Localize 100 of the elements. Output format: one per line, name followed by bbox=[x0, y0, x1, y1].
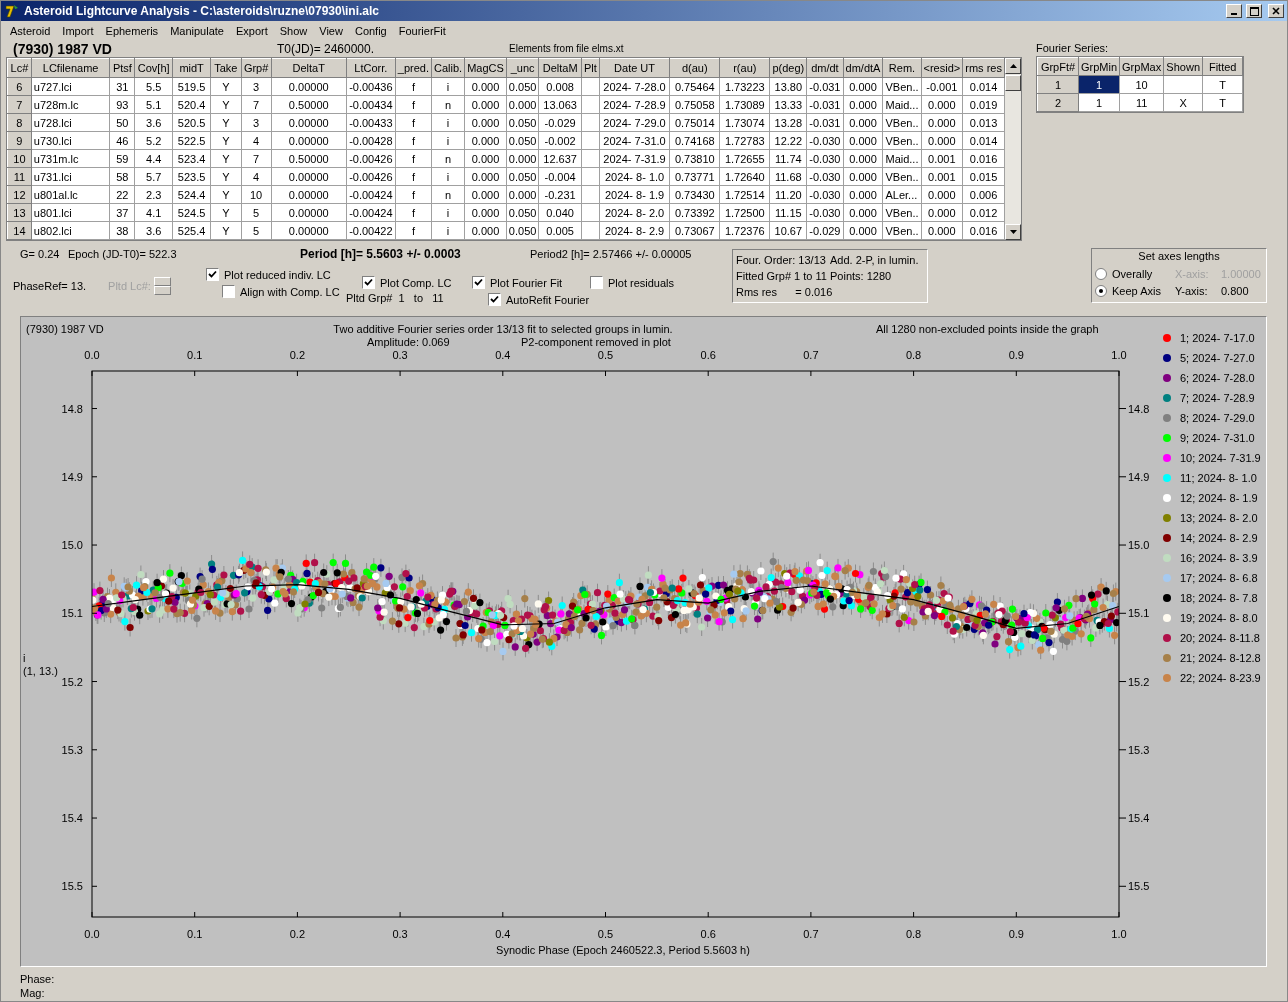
table-cell: 0.75058 bbox=[669, 95, 720, 114]
table-cell: 50 bbox=[109, 113, 135, 132]
checkbox[interactable] bbox=[206, 268, 219, 281]
column-header[interactable]: Cov[h] bbox=[134, 58, 173, 78]
column-header[interactable]: midT bbox=[172, 58, 211, 78]
column-header[interactable]: Ptsf bbox=[109, 58, 135, 78]
column-header[interactable]: Lc# bbox=[7, 58, 32, 78]
menu-item[interactable]: View bbox=[313, 24, 349, 37]
column-header[interactable]: r(au) bbox=[719, 58, 770, 78]
table-cell: 2024- 7-31.9 bbox=[599, 149, 670, 168]
table-cell: 10 bbox=[1119, 75, 1164, 94]
column-header[interactable]: GrpMax bbox=[1119, 57, 1164, 76]
table-cell: -0.031 bbox=[806, 113, 843, 132]
close-button[interactable] bbox=[1268, 4, 1284, 18]
table-cell: 5.2 bbox=[134, 131, 173, 150]
checkbox-label[interactable]: AutoRefit Fourier bbox=[506, 293, 590, 306]
menu-item[interactable]: Asteroid bbox=[4, 24, 57, 37]
menu-item[interactable]: Export bbox=[229, 24, 274, 37]
table-cell: 0.50000 bbox=[271, 95, 347, 114]
table-cell: 0.000 bbox=[843, 203, 883, 222]
radio-label[interactable]: Keep Axis bbox=[1112, 284, 1161, 297]
column-header[interactable]: GrpFt# bbox=[1037, 57, 1079, 76]
menu-item[interactable]: FourierFit bbox=[392, 24, 452, 37]
table-cell: 1.73223 bbox=[719, 77, 770, 96]
tick-label: 0.4 bbox=[495, 928, 511, 940]
table-cell: 5.5 bbox=[134, 77, 173, 96]
table-cell: 3.6 bbox=[134, 113, 173, 132]
table-cell: u731.lci bbox=[31, 167, 110, 186]
table-cell: 0.000 bbox=[843, 95, 883, 114]
checkbox[interactable] bbox=[488, 293, 501, 306]
axes-title: Set axes lengths bbox=[1137, 250, 1221, 264]
column-header[interactable]: LCfilename bbox=[31, 58, 110, 78]
down-arrow-icon bbox=[1009, 230, 1017, 234]
checkbox[interactable] bbox=[362, 276, 375, 289]
column-header[interactable]: _unc bbox=[506, 58, 539, 78]
checkbox[interactable] bbox=[590, 276, 603, 289]
checkbox-label[interactable]: Plot Comp. LC bbox=[380, 276, 452, 289]
column-header[interactable]: Shown bbox=[1163, 57, 1203, 76]
table-cell: 46 bbox=[109, 131, 135, 150]
column-header[interactable]: MagCS bbox=[464, 58, 507, 78]
scroll-thumb[interactable] bbox=[1005, 75, 1021, 91]
maximize-button[interactable] bbox=[1246, 4, 1262, 18]
column-header[interactable]: p(deg) bbox=[769, 58, 807, 78]
table-cell: f bbox=[395, 167, 432, 186]
table-cell: ALer... bbox=[882, 185, 921, 204]
column-header[interactable]: DeltaT bbox=[271, 58, 347, 78]
checkbox-label[interactable]: Align with Comp. LC bbox=[240, 285, 340, 298]
tick-label: 14.8 bbox=[61, 402, 83, 415]
tick-label: 0.3 bbox=[392, 349, 408, 361]
menu-item[interactable]: Config bbox=[348, 24, 393, 37]
column-header[interactable]: <resid> bbox=[921, 58, 963, 78]
table-cell: 520.5 bbox=[172, 113, 211, 132]
column-header[interactable]: Date UT bbox=[599, 58, 670, 78]
fit-info-text: Points: 1280 bbox=[830, 270, 893, 282]
table-cell: 0.000 bbox=[843, 221, 883, 240]
menu-item[interactable]: Ephemeris bbox=[99, 24, 165, 37]
epoch-label: Epoch (JD-T0)= 522.3 bbox=[68, 248, 178, 260]
column-header[interactable]: dm/dt bbox=[806, 58, 843, 78]
menu-item[interactable]: Manipulate bbox=[164, 24, 230, 37]
checkbox[interactable] bbox=[222, 285, 235, 298]
legend-label: 20; 2024- 8-11.8 bbox=[1180, 632, 1260, 644]
minimize-button[interactable] bbox=[1226, 4, 1242, 18]
column-header[interactable]: Fitted bbox=[1202, 57, 1243, 76]
spinner[interactable] bbox=[153, 277, 171, 295]
checkbox[interactable] bbox=[472, 276, 485, 289]
scrollbar[interactable] bbox=[1005, 58, 1021, 240]
column-header[interactable]: Rem. bbox=[882, 58, 921, 78]
radio-button[interactable] bbox=[1095, 284, 1107, 297]
table-cell: 0.000 bbox=[464, 95, 507, 114]
table-cell: -0.030 bbox=[806, 149, 843, 168]
column-header[interactable]: dm/dtA bbox=[843, 58, 883, 78]
checkbox-label[interactable]: Plot reduced indiv. LC bbox=[224, 268, 331, 281]
column-header[interactable]: Calib. bbox=[431, 58, 465, 78]
table-cell: -0.00433 bbox=[346, 113, 396, 132]
checkbox-label[interactable]: Plot Fourier Fit bbox=[490, 276, 563, 289]
radio-button[interactable] bbox=[1095, 267, 1107, 280]
table-cell: 0.000 bbox=[843, 77, 883, 96]
menu-item[interactable]: Show bbox=[273, 24, 314, 37]
table-cell: -0.029 bbox=[538, 113, 582, 132]
table-cell: 0.050 bbox=[506, 77, 539, 96]
table-cell: 0.00000 bbox=[271, 221, 347, 240]
tick-label: 15.5 bbox=[61, 880, 83, 893]
table-cell: f bbox=[395, 203, 432, 222]
column-header[interactable]: Take bbox=[210, 58, 242, 78]
table-cell: 0.75464 bbox=[669, 77, 720, 96]
table-cell: 5 bbox=[241, 221, 272, 240]
column-header[interactable]: d(au) bbox=[669, 58, 720, 78]
table-cell: Y bbox=[210, 77, 242, 96]
column-header[interactable]: rms res bbox=[962, 58, 1005, 78]
column-header[interactable]: GrpMin bbox=[1078, 57, 1120, 76]
table-cell: -0.231 bbox=[538, 185, 582, 204]
menu-item[interactable]: Import bbox=[56, 24, 100, 37]
radio-label[interactable]: Overally bbox=[1112, 267, 1153, 280]
column-header[interactable]: _pred. bbox=[395, 58, 432, 78]
checkbox-label[interactable]: Plot residuals bbox=[608, 276, 675, 289]
table-cell: 0.000 bbox=[921, 131, 963, 150]
column-header[interactable]: Grp# bbox=[241, 58, 272, 78]
maximize-icon bbox=[1249, 6, 1259, 16]
column-header[interactable]: LtCorr. bbox=[346, 58, 396, 78]
column-header[interactable]: DeltaM bbox=[538, 58, 582, 78]
